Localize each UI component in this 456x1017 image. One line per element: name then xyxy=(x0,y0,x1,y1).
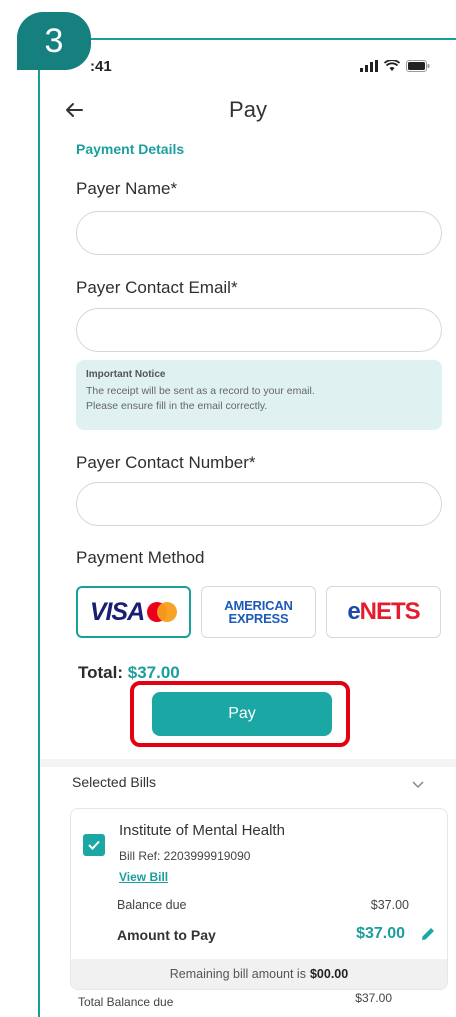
status-icons xyxy=(360,60,430,72)
payer-email-input[interactable] xyxy=(76,308,442,352)
important-notice: Important Notice The receipt will be sen… xyxy=(76,360,442,430)
selected-bills-header: Selected Bills xyxy=(72,774,157,790)
top-nav: Pay xyxy=(40,90,456,130)
total-balance-value: $37.00 xyxy=(355,991,392,1005)
enets-option[interactable]: eNETS xyxy=(326,586,441,638)
status-time: :41 xyxy=(90,57,112,75)
institution-name: Institute of Mental Health xyxy=(119,822,285,839)
remaining-label: Remaining bill amount is xyxy=(169,967,306,981)
notice-line-1: The receipt will be sent as a record to … xyxy=(86,385,315,397)
balance-due-value: $37.00 xyxy=(370,898,409,912)
step-number-badge: 3 xyxy=(17,12,91,70)
payment-details-heading: Payment Details xyxy=(76,141,185,157)
phone-screen: :41 Pay Payment Details Payer Name* Paye… xyxy=(38,38,456,1017)
status-bar: :41 xyxy=(90,56,430,76)
chevron-down-icon[interactable] xyxy=(410,776,426,792)
amex-option[interactable]: AMERICAN EXPRESS xyxy=(201,586,316,638)
enets-prefix: e xyxy=(347,598,360,625)
wifi-icon xyxy=(384,60,400,72)
back-arrow-icon[interactable] xyxy=(62,98,86,122)
bill-checkbox[interactable] xyxy=(83,834,105,856)
total-label: Total: xyxy=(78,663,124,682)
total-balance-label: Total Balance due xyxy=(78,995,174,1009)
checkmark-icon xyxy=(88,840,100,850)
view-bill-link[interactable]: View Bill xyxy=(119,870,168,884)
payment-method-label: Payment Method xyxy=(76,548,205,567)
payer-name-input[interactable] xyxy=(76,211,442,255)
section-divider xyxy=(40,759,456,767)
enets-logo: eNETS xyxy=(347,598,421,626)
page-title: Pay xyxy=(229,97,267,122)
amex-logo: AMERICAN EXPRESS xyxy=(224,599,293,626)
bill-reference: Bill Ref: 2203999919090 xyxy=(119,849,251,863)
enets-main: NETS xyxy=(359,598,421,625)
payment-method-options: VISA AMERICAN EXPRESS eNETS xyxy=(76,586,446,638)
amount-to-pay-value: $37.00 xyxy=(356,925,405,942)
pay-button[interactable]: Pay xyxy=(152,692,332,736)
mastercard-icon xyxy=(147,602,178,622)
payer-number-input[interactable] xyxy=(76,482,442,526)
amex-line-2: EXPRESS xyxy=(228,611,289,626)
payer-name-label: Payer Name* xyxy=(76,179,178,198)
total-value: $37.00 xyxy=(127,663,180,682)
battery-icon xyxy=(406,60,430,72)
payer-email-label: Payer Contact Email* xyxy=(76,278,238,297)
edit-pencil-icon[interactable] xyxy=(419,925,437,943)
visa-logo: VISA xyxy=(89,597,145,626)
signal-icon xyxy=(360,60,378,72)
notice-line-2: Please ensure fill in the email correctl… xyxy=(86,400,268,412)
payer-number-label: Payer Contact Number* xyxy=(76,453,256,472)
total-amount: Total: $37.00 xyxy=(78,663,180,683)
visa-mastercard-option[interactable]: VISA xyxy=(76,586,191,638)
notice-title: Important Notice xyxy=(86,369,166,380)
remaining-value: $00.00 xyxy=(309,967,349,981)
bill-card: Institute of Mental Health Bill Ref: 220… xyxy=(70,808,448,990)
amount-to-pay-label: Amount to Pay xyxy=(117,927,216,943)
remaining-bill-amount: Remaining bill amount is $00.00 xyxy=(71,959,447,989)
balance-due-label: Balance due xyxy=(117,898,187,912)
